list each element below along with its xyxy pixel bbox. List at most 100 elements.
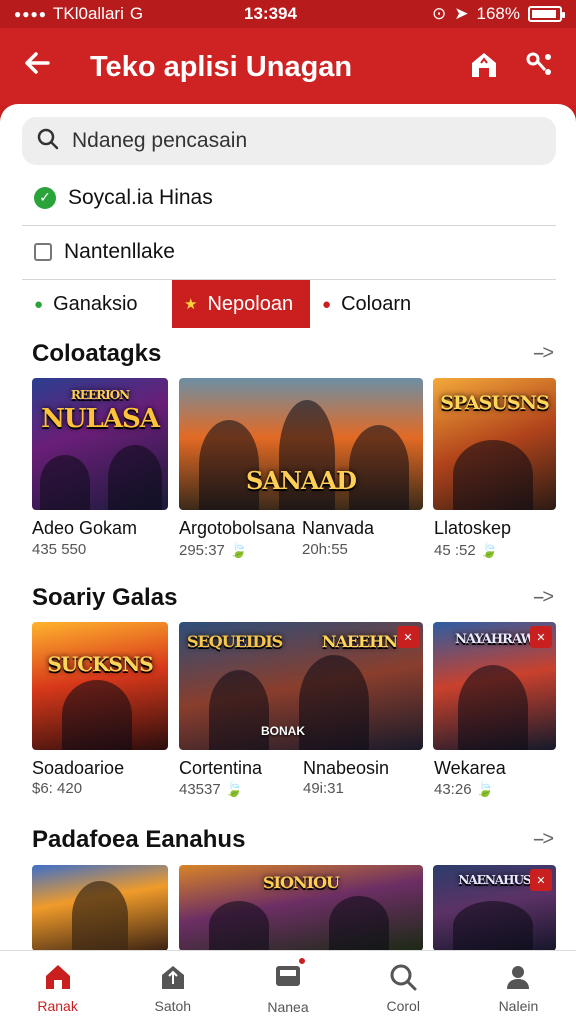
gamepad-icon: ● — [34, 295, 44, 313]
chip-coloarn[interactable]: ● Coloarn — [310, 280, 440, 328]
game-meta: 295:37 🍃 — [179, 542, 248, 559]
section-title: Coloatagks — [32, 340, 162, 367]
share-icon[interactable] — [524, 50, 554, 85]
chip-ganaksio[interactable]: ● Ganaksio — [22, 280, 172, 328]
art-title: SUCKSNS — [47, 652, 153, 676]
game-meta: 43:26 🍃 — [434, 781, 495, 798]
game-name[interactable]: Llatoskep — [434, 518, 511, 539]
art-subtitle: REERION — [70, 388, 130, 402]
page-title: Teko aplisi Unagan — [90, 50, 353, 83]
notification-dot — [297, 956, 307, 966]
leaf-icon: 🍃 — [475, 781, 495, 798]
game-meta: 435 550 — [32, 541, 87, 558]
game-meta-2: 49i:31 — [303, 780, 344, 797]
checkbox-icon[interactable] — [34, 242, 52, 261]
game-meta-2: 20h:55 — [302, 541, 348, 558]
search-input[interactable] — [72, 129, 532, 153]
art-title: SANAAD — [246, 466, 357, 495]
battery-percent: 168% — [476, 4, 520, 23]
nav-item-corol[interactable]: Corol — [346, 951, 461, 1024]
art-title: SEQUEIDIS — [187, 632, 283, 651]
status-time: 13:394 — [244, 4, 297, 23]
location-icon: ➤ — [454, 4, 469, 23]
section-title: Padafoea Eanahus — [32, 826, 246, 853]
check-circle-icon[interactable]: ✓ — [34, 186, 56, 209]
game-name[interactable]: Wekarea — [434, 758, 506, 779]
alarm-icon: ⊙ — [432, 4, 447, 23]
back-arrow-icon[interactable] — [22, 48, 72, 87]
leaf-icon: 🍃 — [229, 542, 248, 559]
status-right: ⊙ ➤ 168% — [432, 4, 565, 24]
heart-icon: ● — [322, 295, 332, 313]
game-thumbnail[interactable]: REERION NULASA — [32, 378, 168, 510]
nav-item-satoh[interactable]: Satoh — [115, 951, 230, 1024]
chip-nepoloan[interactable]: ★ Nepoloan — [172, 280, 310, 328]
game-name-2[interactable]: Nnabeosin — [303, 758, 389, 779]
content-sheet: ✓ Soycal.ia Hinas Nantenllake ● Ganaksio… — [0, 104, 576, 950]
search-icon — [390, 964, 417, 990]
game-thumbnail[interactable]: SUCKSNS — [32, 622, 168, 750]
art-title: NULASA — [41, 404, 160, 434]
arrow-right-icon[interactable]: --> — [533, 828, 554, 851]
network-type: G — [129, 4, 144, 23]
game-thumbnail[interactable]: NAYAHRAW ✕ — [433, 622, 556, 750]
art-title-2: NAEEHN — [321, 632, 398, 651]
art-title: SPASUSNS — [440, 392, 549, 414]
arrow-right-icon[interactable]: --> — [533, 586, 554, 609]
store-icon[interactable] — [468, 49, 500, 86]
game-thumbnail[interactable]: SIONIOU — [179, 865, 423, 950]
game-thumbnail[interactable]: SANAAD — [179, 378, 423, 510]
game-thumbnail[interactable]: SEQUEIDIS NAEEHN BONAK ✕ — [179, 622, 423, 750]
badge-icon: ✕ — [530, 626, 552, 648]
nav-label: Ranak — [37, 997, 78, 1014]
chip-label: Nepoloan — [207, 292, 294, 315]
search-icon — [36, 127, 60, 156]
game-name[interactable]: Cortentina — [179, 758, 262, 779]
game-name[interactable]: Soadoarioe — [32, 758, 124, 779]
leaf-icon: 🍃 — [224, 781, 244, 798]
filter-chips: ● Ganaksio ★ Nepoloan ● Coloarn — [22, 280, 556, 328]
signal-icon: ●●●● — [14, 7, 47, 21]
nav-label: Nanea — [267, 999, 309, 1015]
nav-label: Corol — [386, 997, 420, 1014]
leaf-icon: 🍃 — [479, 542, 499, 559]
option-row-2[interactable]: Nantenllake — [22, 224, 556, 280]
nav-item-nanea[interactable]: Nanea — [230, 951, 345, 1024]
nav-item-nalein[interactable]: Nalein — [461, 951, 576, 1024]
game-meta: 43537 🍃 — [179, 781, 244, 798]
art-title: SIONIOU — [263, 873, 340, 892]
option-row-1[interactable]: ✓ Soycal.ia Hinas — [22, 170, 556, 226]
section-title: Soariy Galas — [32, 584, 178, 611]
store-icon — [161, 965, 184, 989]
game-meta: $6: 420 — [32, 780, 83, 797]
badge-icon: ✕ — [397, 626, 419, 648]
app-bar: Teko aplisi Unagan — [0, 28, 576, 106]
chip-label: Ganaksio — [53, 292, 138, 315]
home-icon — [45, 964, 70, 989]
search-bar[interactable] — [22, 117, 556, 165]
nav-label: Nalein — [498, 997, 539, 1014]
carrier-name: TKl0allari — [53, 4, 124, 23]
profile-icon — [507, 965, 530, 989]
header-actions — [468, 49, 554, 86]
game-name[interactable]: Adeo Gokam — [32, 518, 137, 539]
battery-icon — [528, 6, 565, 22]
nav-label: Satoh — [154, 997, 192, 1014]
status-left: ●●●● TKl0allari G — [14, 4, 244, 24]
game-meta: 45 :52 🍃 — [434, 542, 499, 559]
chip-label: Coloarn — [341, 292, 412, 315]
game-name-2[interactable]: Nanvada — [302, 518, 374, 539]
option-label-2: Nantenllake — [64, 239, 175, 263]
arrow-right-icon[interactable]: --> — [533, 342, 554, 365]
game-thumbnail[interactable]: NAENAHUS ✕ — [433, 865, 556, 950]
game-thumbnail[interactable]: SPASUSNS — [433, 378, 556, 510]
option-label-1: Soycal.ia Hinas — [68, 185, 213, 209]
game-name[interactable]: Argotobolsana — [179, 518, 295, 539]
status-bar: ●●●● TKl0allari G 13:394 ⊙ ➤ 168% — [0, 0, 576, 28]
nav-item-ranak[interactable]: Ranak — [0, 951, 115, 1024]
star-icon: ★ — [184, 296, 198, 313]
art-label: BONAK — [261, 724, 305, 738]
game-thumbnail[interactable] — [32, 865, 168, 950]
bottom-nav: Ranak Satoh Nanea Corol Nalein — [0, 950, 576, 1024]
badge-icon: ✕ — [530, 869, 552, 891]
